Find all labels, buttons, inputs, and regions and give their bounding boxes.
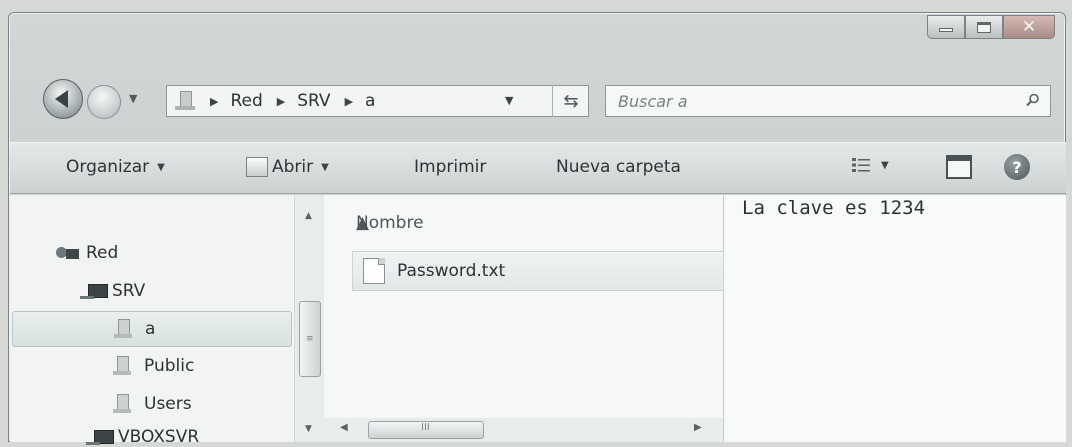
address-row: ▼ ▶ Red ▶ SRV ▶ a ▼ ⇆ Buscar a	[9, 77, 1065, 121]
close-icon: ✕	[1021, 16, 1037, 37]
view-dropdown-icon[interactable]: ▼	[881, 160, 889, 171]
scroll-left-icon[interactable]: ◀	[340, 422, 348, 433]
forward-button[interactable]	[87, 85, 121, 119]
scrollbar-thumb[interactable]: III	[368, 421, 484, 439]
print-button[interactable]: Imprimir	[414, 157, 486, 177]
computer-icon	[86, 428, 114, 446]
back-arrow-icon	[54, 90, 68, 108]
grip-icon: ≡	[306, 334, 314, 344]
navigation-pane: Red SRV a Public Users VBOXSVR	[10, 195, 293, 447]
refresh-icon: ⇆	[563, 90, 579, 112]
tree-item-users[interactable]: Users	[112, 393, 192, 415]
file-name: Password.txt	[397, 261, 506, 281]
maximize-button[interactable]	[965, 15, 1003, 39]
tree-item-red[interactable]: Red	[56, 243, 118, 263]
address-bar[interactable]: ▶ Red ▶ SRV ▶ a ▼ ⇆	[166, 85, 589, 117]
open-with-icon	[246, 157, 268, 177]
preview-content: La clave es 1234	[742, 197, 926, 219]
chevron-down-icon: ▼	[321, 161, 329, 173]
sort-ascending-icon: ▲	[356, 213, 370, 233]
column-header-name[interactable]: Nombre ▲	[324, 195, 723, 245]
new-folder-button[interactable]: Nueva carpeta	[556, 157, 681, 177]
close-button[interactable]: ✕	[1003, 15, 1055, 39]
tree-item-label: Public	[144, 356, 195, 376]
chevron-down-icon: ▼	[157, 161, 165, 173]
recent-pages-dropdown-icon[interactable]: ▼	[129, 92, 137, 105]
maximize-icon	[977, 21, 991, 33]
organize-button[interactable]: Organizar ▼	[66, 157, 165, 177]
print-label: Imprimir	[414, 157, 487, 177]
shared-folder-icon	[113, 318, 135, 340]
preview-pane: La clave es 1234	[726, 195, 1066, 442]
scroll-down-icon[interactable]: ▼	[305, 424, 312, 434]
breadcrumb-srv[interactable]: SRV	[297, 91, 330, 111]
breadcrumb-separator-icon[interactable]: ▶	[345, 95, 353, 108]
tree-item-label: Red	[86, 243, 119, 263]
help-icon[interactable]: ?	[1004, 154, 1030, 180]
grip-icon: III	[421, 422, 430, 433]
tree-item-srv[interactable]: SRV	[80, 281, 145, 301]
open-label: Abrir	[272, 157, 314, 177]
tree-item-public[interactable]: Public	[112, 355, 194, 377]
minimize-button[interactable]	[927, 15, 965, 39]
breadcrumb-separator-icon[interactable]: ▶	[277, 95, 285, 108]
window-controls: ✕	[927, 15, 1055, 39]
scroll-right-icon[interactable]: ▶	[694, 422, 702, 433]
address-dropdown-icon[interactable]: ▼	[505, 94, 513, 107]
search-icon[interactable]	[1026, 93, 1040, 107]
file-list-horizontal-scrollbar[interactable]: ◀ III ▶	[324, 418, 723, 442]
view-options-icon[interactable]	[852, 157, 870, 173]
explorer-window: ✕ ▼ ▶ Red ▶ SRV ▶ a ▼ ⇆ Buscar a Organiz…	[8, 12, 1066, 447]
breadcrumb-a[interactable]: a	[365, 91, 375, 111]
organize-label: Organizar	[66, 157, 150, 177]
refresh-button[interactable]: ⇆	[552, 85, 589, 117]
back-button[interactable]	[43, 79, 83, 119]
breadcrumb-red[interactable]: Red	[230, 91, 262, 111]
open-button[interactable]: Abrir ▼	[246, 157, 329, 177]
shared-folder-icon	[112, 393, 134, 415]
text-file-icon	[363, 258, 385, 284]
tree-item-label: Users	[144, 394, 192, 414]
shared-folder-icon	[112, 355, 134, 377]
tree-item-a[interactable]: a	[12, 311, 292, 347]
tree-item-vboxsvr[interactable]: VBOXSVR	[86, 427, 199, 447]
search-input[interactable]: Buscar a	[605, 85, 1051, 117]
computer-icon	[80, 282, 108, 300]
tree-item-label: SRV	[112, 281, 146, 301]
minimize-icon	[939, 28, 953, 32]
navigation-scrollbar[interactable]: ▲ ≡ ▼	[294, 195, 324, 442]
tree-item-label: a	[145, 319, 156, 339]
scrollbar-thumb[interactable]: ≡	[299, 301, 321, 377]
preview-pane-icon[interactable]	[946, 155, 972, 179]
content-area: Red SRV a Public Users VBOXSVR ▲ ≡ ▼ Nom…	[10, 195, 1066, 447]
new-folder-label: Nueva carpeta	[556, 157, 681, 177]
tree-item-label: VBOXSVR	[118, 427, 200, 447]
scroll-up-icon[interactable]: ▲	[305, 211, 312, 221]
command-bar: Organizar ▼ Abrir ▼ Imprimir Nueva carpe…	[10, 142, 1066, 194]
file-row-password[interactable]: Password.txt	[352, 251, 724, 291]
search-placeholder: Buscar a	[618, 91, 688, 111]
file-list-pane: Nombre ▲ Password.txt ◀ III ▶	[324, 195, 724, 442]
network-share-icon	[174, 89, 196, 113]
breadcrumb-separator-icon[interactable]: ▶	[210, 95, 218, 108]
network-icon	[56, 244, 80, 262]
